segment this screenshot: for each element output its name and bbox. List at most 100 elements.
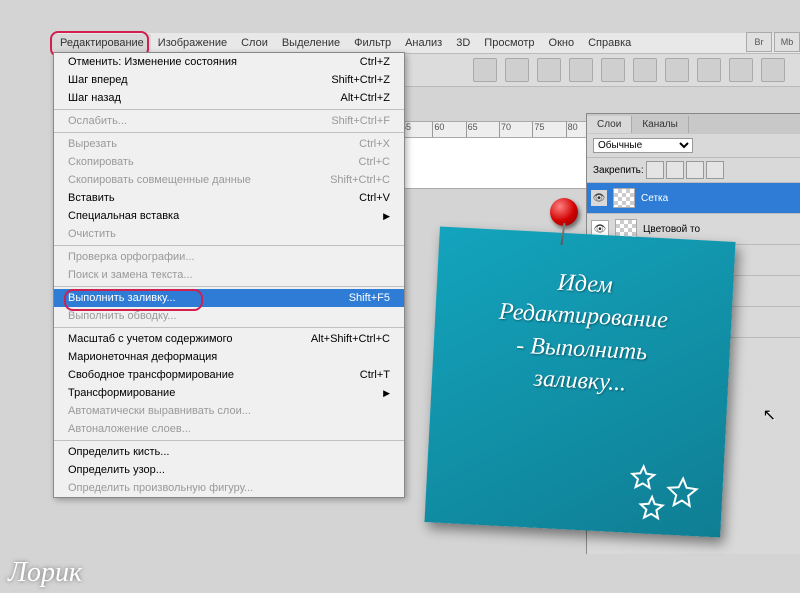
menu-item: Скопировать совмещенные данные Shift+Ctrl… xyxy=(54,171,404,189)
menu-item-label: Поиск и замена текста... xyxy=(68,269,193,281)
blend-mode-select[interactable]: Обычные xyxy=(593,138,693,153)
align-icon[interactable] xyxy=(473,58,497,82)
menu-item-label: Масштаб с учетом содержимого xyxy=(68,333,233,345)
align-controls xyxy=(473,58,785,82)
edit-dropdown-menu: Отменить: Изменение состоянияCtrl+ZШаг в… xyxy=(53,52,405,498)
menu-редактирование[interactable]: Редактирование xyxy=(53,34,151,52)
menu-item[interactable]: Определить узор... xyxy=(54,461,404,479)
menu-item-label: Определить произвольную фигуру... xyxy=(68,482,253,494)
menu-item-label: Скопировать совмещенные данные xyxy=(68,174,251,186)
align-icon[interactable] xyxy=(505,58,529,82)
menu-item: Автоматически выравнивать слои... xyxy=(54,402,404,420)
menu-item: Определить произвольную фигуру... xyxy=(54,479,404,497)
menu-выделение[interactable]: Выделение xyxy=(275,34,347,52)
tab-layers[interactable]: Слои xyxy=(587,116,632,133)
menu-справка[interactable]: Справка xyxy=(581,34,638,52)
menu-item[interactable]: Свободное трансформированиеCtrl+T xyxy=(54,366,404,384)
menu-item-label: Отменить: Изменение состояния xyxy=(68,56,237,68)
menu-item: Скопировать Ctrl+C xyxy=(54,153,404,171)
menu-item[interactable]: Специальная вставка▶ xyxy=(54,207,404,225)
visibility-eye-icon[interactable]: 👁 xyxy=(591,190,607,206)
menu-item: Ослабить... Shift+Ctrl+F xyxy=(54,112,404,130)
menu-item-label: Определить узор... xyxy=(68,464,165,476)
menu-item[interactable]: Масштаб с учетом содержимого Alt+Shift+Ct… xyxy=(54,330,404,348)
menu-item-label: Шаг вперед xyxy=(68,74,128,86)
menu-item-label: Ослабить... xyxy=(68,115,127,127)
menu-item-label: Трансформирование xyxy=(68,387,175,399)
note-text: Идем Редактирование - Выполнить заливку.… xyxy=(449,261,715,404)
menu-item[interactable]: Определить кисть... xyxy=(54,443,404,461)
menu-item-shortcut: Alt+Shift+Ctrl+C xyxy=(311,333,390,345)
menu-фильтр[interactable]: Фильтр xyxy=(347,34,398,52)
author-watermark: Лорик xyxy=(8,557,82,589)
ruler-tick: 65 xyxy=(467,122,500,138)
tab-channels[interactable]: Каналы xyxy=(632,116,689,133)
menu-слои[interactable]: Слои xyxy=(234,34,275,52)
menu-item-shortcut: Shift+Ctrl+F xyxy=(331,115,390,127)
menubar: РедактированиеИзображениеСлоиВыделениеФи… xyxy=(53,33,800,53)
menu-item-shortcut: Ctrl+X xyxy=(359,138,390,150)
menu-separator xyxy=(54,327,404,328)
menu-item: Проверка орфографии... xyxy=(54,248,404,266)
menu-item-shortcut: Alt+Ctrl+Z xyxy=(340,92,390,104)
menu-item: Выполнить обводку... xyxy=(54,307,404,325)
blend-mode-row: Обычные xyxy=(587,134,800,158)
minibridge-button[interactable]: Mb xyxy=(774,32,800,52)
menu-просмотр[interactable]: Просмотр xyxy=(477,34,541,52)
align-icon[interactable] xyxy=(633,58,657,82)
menu-item[interactable]: Марионеточная деформация xyxy=(54,348,404,366)
ruler-tick: 70 xyxy=(500,122,533,138)
align-icon[interactable] xyxy=(729,58,753,82)
photoshop-workspace: РедактированиеИзображениеСлоиВыделениеФи… xyxy=(0,0,800,593)
lock-all-icon[interactable] xyxy=(686,161,704,179)
layer-row[interactable]: 👁 Сетка xyxy=(587,183,800,214)
menu-item-label: Выполнить обводку... xyxy=(68,310,176,322)
align-icon[interactable] xyxy=(569,58,593,82)
align-icon[interactable] xyxy=(665,58,689,82)
menu-item-label: Проверка орфографии... xyxy=(68,251,194,263)
menu-item[interactable]: Выполнить заливку...Shift+F5 xyxy=(54,289,404,307)
menu-item-shortcut: Shift+Ctrl+C xyxy=(330,174,390,186)
star-decorations xyxy=(621,453,715,531)
push-pin-icon xyxy=(550,198,578,226)
menu-item-shortcut: Shift+Ctrl+Z xyxy=(331,74,390,86)
layer-thumbnail[interactable] xyxy=(613,188,635,208)
align-icon[interactable] xyxy=(697,58,721,82)
menu-item-shortcut: Ctrl+T xyxy=(360,369,390,381)
lock-position-icon[interactable] xyxy=(666,161,684,179)
menu-изображение[interactable]: Изображение xyxy=(151,34,234,52)
canvas[interactable] xyxy=(400,137,602,189)
menu-item-label: Скопировать xyxy=(68,156,134,168)
tutorial-sticky-note: Идем Редактирование - Выполнить заливку.… xyxy=(424,226,735,537)
menu-анализ[interactable]: Анализ xyxy=(398,34,449,52)
menu-item-label: Автоматически выравнивать слои... xyxy=(68,405,251,417)
menu-item-shortcut: Ctrl+C xyxy=(359,156,390,168)
menu-item: Поиск и замена текста... xyxy=(54,266,404,284)
lock-transparency-icon[interactable] xyxy=(706,161,724,179)
menu-item-label: Вставить xyxy=(68,192,115,204)
menu-окно[interactable]: Окно xyxy=(542,34,582,52)
menu-separator xyxy=(54,286,404,287)
menu-separator xyxy=(54,440,404,441)
align-icon[interactable] xyxy=(761,58,785,82)
ruler-tick: 60 xyxy=(433,122,466,138)
layer-name: Сетка xyxy=(641,193,796,204)
menu-item[interactable]: Шаг назадAlt+Ctrl+Z xyxy=(54,89,404,107)
menu-item-shortcut: ▶ xyxy=(383,388,390,399)
menu-item[interactable]: ВставитьCtrl+V xyxy=(54,189,404,207)
menu-item: Вырезать Ctrl+X xyxy=(54,135,404,153)
bridge-button[interactable]: Br xyxy=(746,32,772,52)
menu-item[interactable]: Отменить: Изменение состоянияCtrl+Z xyxy=(54,53,404,71)
menu-item[interactable]: Трансформирование ▶ xyxy=(54,384,404,402)
cursor-arrow-icon: ↖ xyxy=(763,405,776,425)
menu-3d[interactable]: 3D xyxy=(449,34,477,52)
menu-separator xyxy=(54,132,404,133)
lock-pixels-icon[interactable] xyxy=(646,161,664,179)
layer-name: Цветовой то xyxy=(643,224,796,235)
menu-item[interactable]: Шаг вперед Shift+Ctrl+Z xyxy=(54,71,404,89)
align-icon[interactable] xyxy=(537,58,561,82)
menu-item-label: Специальная вставка xyxy=(68,210,179,222)
align-icon[interactable] xyxy=(601,58,625,82)
menu-item-label: Вырезать xyxy=(68,138,117,150)
menu-separator xyxy=(54,109,404,110)
